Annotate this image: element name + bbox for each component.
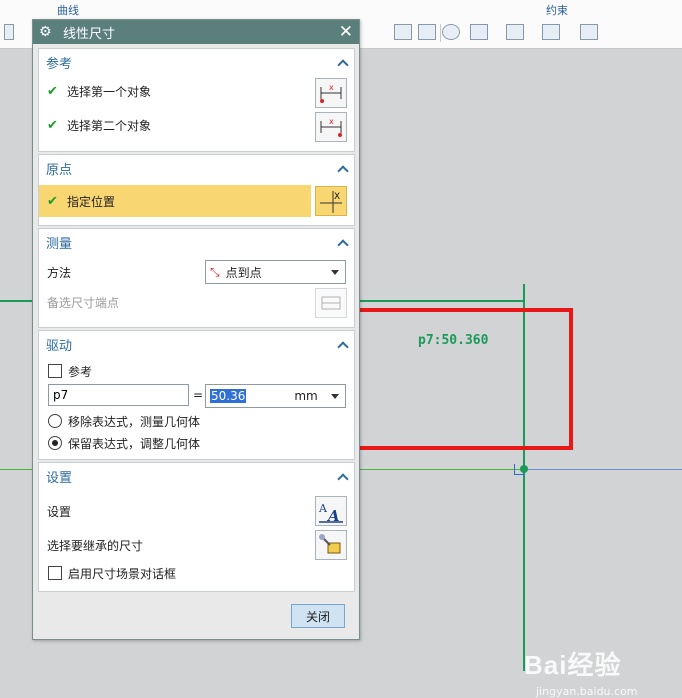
dimension-name-input[interactable] <box>48 384 189 406</box>
section-measure: 测量 方法 ⤡ 点到点 备选尺寸端点 <box>38 228 355 328</box>
solid-view-icon[interactable] <box>542 24 560 40</box>
check-icon: ✔ <box>47 117 58 133</box>
origin-location-button[interactable]: X <box>315 186 347 216</box>
enable-scene-dialog-label: 启用尺寸场景对话框 <box>68 566 177 581</box>
equals-sign: = <box>193 388 204 402</box>
section-title-origin: 原点 <box>46 162 73 178</box>
method-select[interactable]: ⤡ 点到点 <box>205 260 346 284</box>
enable-scene-dialog-row[interactable]: 启用尺寸场景对话框 <box>39 563 354 583</box>
close-icon[interactable]: ✕ <box>339 22 353 42</box>
first-object-selector-button[interactable]: x <box>315 78 347 108</box>
alt-endpoint-label: 备选尺寸端点 <box>47 295 120 310</box>
chevron-up-icon[interactable] <box>338 164 347 173</box>
dimension-value[interactable]: 50.36 <box>210 389 247 403</box>
section-header-measure[interactable]: 测量 <box>39 229 354 255</box>
section-header-settings[interactable]: 设置 <box>39 463 354 489</box>
section-reference: 参考 ✔ 选择第一个对象 x ✔ 选择第二个对象 x <box>38 48 355 152</box>
section-origin: 原点 ✔ 指定位置 X <box>38 154 355 226</box>
point-to-point-icon: ⤡ <box>210 264 220 279</box>
section-header-driving[interactable]: 驱动 <box>39 331 354 357</box>
watermark-url: jingyan.baidu.com <box>536 685 638 698</box>
sketch-point[interactable] <box>520 465 528 473</box>
crosshair-icon: X <box>320 191 342 213</box>
chevron-up-icon[interactable] <box>338 58 347 67</box>
method-label: 方法 <box>47 265 72 280</box>
remove-expression-row[interactable]: 移除表达式，测量几何体 <box>39 411 354 431</box>
inherit-dimension-button[interactable] <box>315 530 347 560</box>
chevron-up-icon[interactable] <box>338 472 347 481</box>
text-settings-button[interactable]: A A <box>315 496 347 526</box>
section-settings: 设置 设置 A A 选择要继承的尺寸 启用尺寸场景对话框 <box>38 462 355 592</box>
svg-text:x: x <box>329 117 334 126</box>
reference-checkbox[interactable] <box>48 364 62 378</box>
chevron-down-icon <box>331 269 339 275</box>
remove-expression-radio[interactable] <box>48 414 62 428</box>
dimension-value-field[interactable]: 50.36 mm <box>205 384 346 408</box>
endpoint-select-icon <box>321 296 341 310</box>
specify-location-label: 指定位置 <box>67 194 116 209</box>
specify-location-row[interactable]: ✔ 指定位置 <box>39 185 311 217</box>
snap-view-icon[interactable] <box>418 24 436 40</box>
section-header-reference[interactable]: 参考 <box>39 49 354 75</box>
section-header-origin[interactable]: 原点 <box>39 155 354 181</box>
chevron-down-icon[interactable] <box>331 393 339 399</box>
close-button[interactable]: 关闭 <box>291 604 345 628</box>
chevron-up-icon[interactable] <box>338 340 347 349</box>
section-title-reference: 参考 <box>46 56 73 72</box>
svg-text:X: X <box>334 192 340 202</box>
select-second-object-row[interactable]: ✔ 选择第二个对象 <box>39 115 354 135</box>
check-icon: ✔ <box>47 193 58 209</box>
display-constraints-icon[interactable] <box>470 24 488 40</box>
svg-text:A: A <box>318 502 328 515</box>
text-style-icon: A A <box>318 502 343 525</box>
ribbon-group-constraint[interactable]: 约束 <box>546 2 568 18</box>
reference-checkbox-label: 参考 <box>68 364 93 379</box>
second-object-selector-button[interactable]: x <box>315 112 347 142</box>
unit-label: mm <box>294 389 318 403</box>
linear-dimension-dialog: ⚙ 线性尺寸 ✕ 参考 ✔ 选择第一个对象 x ✔ 选择第二个对象 x 原点 ✔… <box>32 19 360 640</box>
gear-icon[interactable]: ⚙ <box>39 24 59 40</box>
section-title-driving: 驱动 <box>46 338 73 354</box>
select-first-object-row[interactable]: ✔ 选择第一个对象 <box>39 81 354 101</box>
alt-endpoint-button[interactable] <box>315 288 347 318</box>
svg-text:x: x <box>329 83 334 92</box>
remove-expression-label: 移除表达式，测量几何体 <box>68 414 201 429</box>
ribbon-separator <box>440 24 441 42</box>
check-icon: ✔ <box>47 83 58 99</box>
dimension-select-icon: x <box>320 83 342 103</box>
method-value: 点到点 <box>225 265 262 280</box>
section-driving: 驱动 参考 = 50.36 mm 移除表达式，测量几何体 保留表达式，调整几何体 <box>38 330 355 460</box>
select-filter-icon[interactable] <box>4 24 14 40</box>
relations-icon[interactable] <box>506 24 524 40</box>
chevron-up-icon[interactable] <box>338 238 347 247</box>
inherit-dimension-row: 选择要继承的尺寸 <box>39 535 354 555</box>
inherit-brush-icon <box>319 534 341 554</box>
inferred-constraints-icon[interactable] <box>580 24 598 40</box>
keep-expression-radio[interactable] <box>48 436 62 450</box>
second-object-label: 选择第二个对象 <box>67 118 152 133</box>
dimension-line <box>359 300 524 302</box>
first-object-label: 选择第一个对象 <box>67 84 152 99</box>
dimension-select-icon: x <box>320 117 342 137</box>
inherit-dimension-label: 选择要继承的尺寸 <box>47 538 144 553</box>
dialog-title: 线性尺寸 <box>63 26 116 42</box>
section-title-measure: 测量 <box>46 236 73 252</box>
dialog-titlebar[interactable]: ⚙ 线性尺寸 ✕ <box>33 20 359 44</box>
ribbon-group-curve[interactable]: 曲线 <box>57 2 79 18</box>
reference-checkbox-row[interactable]: 参考 <box>39 361 354 381</box>
keep-expression-row[interactable]: 保留表达式，调整几何体 <box>39 433 354 453</box>
refresh-icon[interactable] <box>442 24 460 40</box>
alt-endpoint-row: 备选尺寸端点 <box>39 291 354 313</box>
blue-axis <box>525 469 682 470</box>
settings-label: 设置 <box>47 504 72 519</box>
fit-view-icon[interactable] <box>394 24 412 40</box>
keep-expression-label: 保留表达式，调整几何体 <box>68 436 201 451</box>
section-title-settings: 设置 <box>46 470 73 486</box>
watermark-logo: Bai经验 <box>524 650 622 680</box>
settings-row: 设置 <box>39 501 354 521</box>
enable-scene-dialog-checkbox[interactable] <box>48 566 62 580</box>
